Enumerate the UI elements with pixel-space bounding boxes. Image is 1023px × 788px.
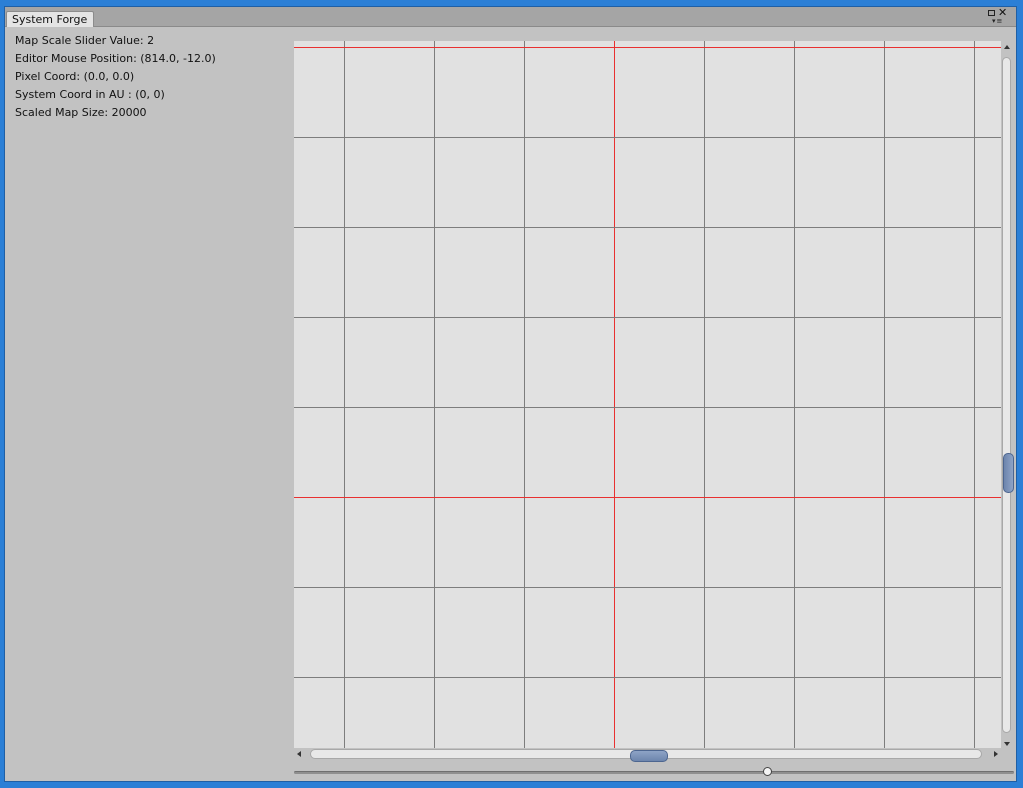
tab-system-forge[interactable]: System Forge bbox=[6, 11, 94, 27]
horizontal-scroll-thumb[interactable] bbox=[630, 750, 668, 762]
tab-bar: System Forge ✕ ▾≡ bbox=[5, 7, 1016, 27]
window-controls: ✕ ▾≡ bbox=[988, 7, 1012, 26]
map-scale-slider[interactable] bbox=[294, 765, 1014, 779]
scroll-up-arrow-icon[interactable] bbox=[1004, 45, 1010, 49]
map-scale-slider-value-label: Map Scale Slider Value: 2 bbox=[15, 34, 155, 47]
vertical-scrollbar[interactable] bbox=[1001, 41, 1014, 748]
menu-icon[interactable]: ▾≡ bbox=[992, 18, 1003, 25]
maximize-icon[interactable] bbox=[988, 10, 995, 16]
map-scale-slider-rail[interactable] bbox=[294, 771, 1014, 774]
map-view[interactable] bbox=[294, 41, 1001, 748]
vertical-scroll-track[interactable] bbox=[1002, 57, 1014, 733]
scroll-right-arrow-icon[interactable] bbox=[994, 751, 998, 757]
editor-mouse-position-label: Editor Mouse Position: (814.0, -12.0) bbox=[15, 52, 216, 65]
vertical-scroll-thumb[interactable] bbox=[1003, 453, 1014, 493]
info-panel: Map Scale Slider Value: 2 Editor Mouse P… bbox=[15, 35, 285, 125]
editor-window: System Forge ✕ ▾≡ Map Scale Slider Value… bbox=[4, 6, 1017, 782]
pixel-coord-label: Pixel Coord: (0.0, 0.0) bbox=[15, 70, 135, 83]
horizontal-scroll-track[interactable] bbox=[310, 749, 982, 762]
map-grid bbox=[294, 41, 1001, 748]
system-coord-label: System Coord in AU : (0, 0) bbox=[15, 88, 165, 101]
scaled-map-size-label: Scaled Map Size: 20000 bbox=[15, 106, 147, 119]
scroll-left-arrow-icon[interactable] bbox=[297, 751, 301, 757]
scroll-down-arrow-icon[interactable] bbox=[1004, 742, 1010, 746]
horizontal-scrollbar[interactable] bbox=[294, 748, 1001, 762]
map-scale-slider-knob[interactable] bbox=[763, 767, 772, 776]
